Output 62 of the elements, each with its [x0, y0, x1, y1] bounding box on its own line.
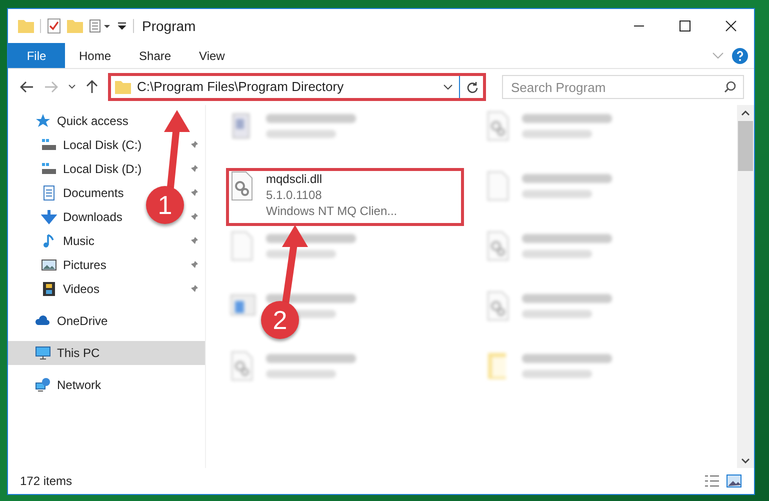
nav-item[interactable]: Music [63, 232, 94, 250]
picture-icon [41, 257, 57, 273]
nav-item[interactable]: Local Disk (D:) [63, 160, 142, 178]
properties-icon[interactable] [47, 18, 61, 34]
search-icon [724, 81, 736, 93]
ribbon-tab[interactable]: File [8, 43, 65, 68]
nav-item[interactable]: Pictures [63, 256, 106, 274]
blurred-text-bar [522, 190, 592, 198]
settings-file-icon [486, 291, 512, 321]
help-icon[interactable] [732, 48, 748, 64]
nav-item[interactable]: Network [57, 376, 102, 394]
drive-icon [41, 161, 57, 177]
nav-item[interactable]: Documents [63, 184, 124, 202]
ribbon-tab[interactable]: Home [65, 43, 126, 68]
settings-file-icon [486, 231, 512, 261]
address-bar[interactable]: C:\Program Files\Program Directory [110, 75, 484, 99]
file-name[interactable]: mqdscli.dll [266, 171, 398, 187]
up-arrow-icon[interactable] [86, 80, 98, 94]
ribbon-tab[interactable]: View [185, 43, 239, 68]
film-icon [41, 281, 57, 297]
ribbon-tab[interactable]: Share [125, 43, 186, 68]
drive-icon [41, 137, 57, 153]
large-icons-view-icon[interactable] [726, 474, 742, 488]
recent-caret-icon[interactable] [68, 84, 76, 90]
window-title: Program [142, 16, 196, 36]
network-icon [35, 377, 51, 393]
details-view-icon[interactable] [704, 474, 720, 488]
view-options-icon[interactable] [89, 19, 111, 33]
nav-item[interactable]: Quick access [57, 112, 128, 130]
settings-file-icon [486, 111, 512, 141]
star-icon [35, 113, 51, 129]
blurred-text-bar [266, 250, 336, 258]
monitor-icon [35, 345, 51, 361]
customize-caret-icon[interactable] [117, 21, 127, 31]
blurred-text-bar [266, 370, 336, 378]
nav-item[interactable]: Downloads [63, 208, 122, 226]
scroll-down-icon[interactable] [741, 458, 750, 464]
search-field[interactable]: Search Program [502, 75, 744, 99]
nav-item[interactable]: Videos [63, 280, 100, 298]
close-icon [725, 20, 737, 32]
blurred-text-bar [266, 130, 336, 138]
nav-item[interactable]: OneDrive [57, 312, 108, 330]
file-detail: Windows NT MQ Clien... [266, 203, 398, 219]
back-arrow-icon[interactable] [20, 81, 34, 93]
blurred-text-bar [522, 370, 592, 378]
file-detail: 5.1.0.1108 [266, 187, 323, 203]
scrollbar-thumb[interactable] [738, 121, 753, 171]
nav-item[interactable]: This PC [57, 344, 100, 362]
item-count: 172 items [20, 473, 72, 490]
blurred-text-bar [522, 310, 592, 318]
down-arrow-icon [41, 209, 57, 225]
maximize-icon [679, 20, 691, 32]
document-icon [41, 185, 57, 201]
scroll-up-icon[interactable] [741, 110, 750, 116]
folder-icon [115, 80, 131, 94]
blurred-text-bar [522, 130, 592, 138]
dropdown-caret-icon[interactable] [443, 84, 453, 90]
folder-icon [18, 19, 34, 33]
nav-item[interactable]: Local Disk (C:) [63, 136, 142, 154]
address-path: C:\Program Files\Program Directory [137, 78, 345, 96]
refresh-icon [466, 81, 478, 93]
blurred-text-bar [522, 250, 592, 258]
